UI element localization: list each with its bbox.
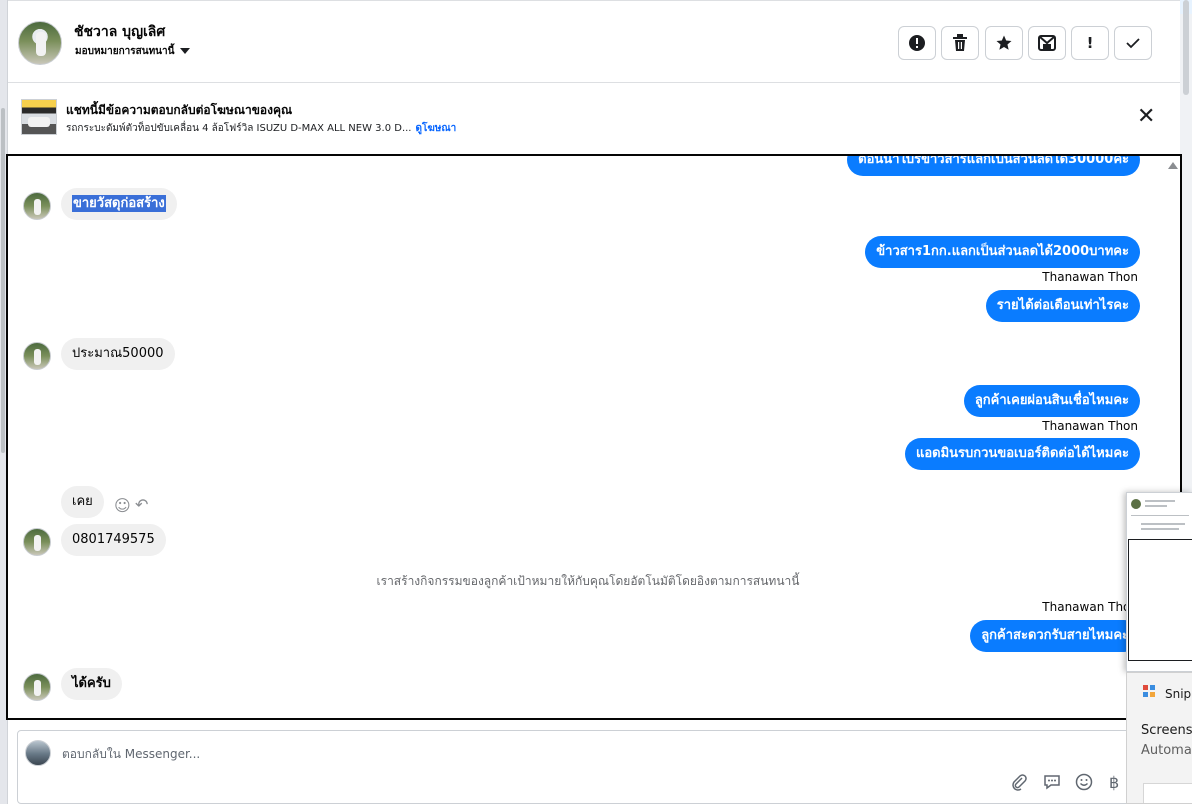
snipping-tool-notification[interactable]: Snipping Tool Screenshot copied to clipb… — [1126, 672, 1192, 804]
reply-arrow-icon[interactable]: ↶ — [135, 495, 148, 514]
contact-avatar-small — [23, 192, 51, 220]
mini-text-line — [1145, 505, 1167, 507]
sender-name: Thanawan Thon — [1042, 270, 1138, 284]
baht-icon[interactable]: ฿ — [1109, 773, 1119, 792]
mini-divider — [1131, 515, 1189, 516]
reply-input[interactable] — [62, 743, 962, 765]
outgoing-message[interactable]: ลูกค้าเคยผ่อนสินเชื่อไหมคะ — [963, 385, 1140, 417]
snipping-tool-logo-icon — [1143, 685, 1157, 699]
snipping-tool-subtitle: Automatically saved to screenshots folde… — [1141, 743, 1192, 758]
contact-name[interactable]: ชัชวาล บุญเลิศ — [74, 21, 165, 43]
trash-icon — [953, 34, 967, 51]
move-to-done-button[interactable] — [1028, 26, 1066, 60]
contact-avatar-small — [23, 673, 51, 701]
react-emoji-icon[interactable]: ☺ — [114, 496, 131, 515]
snipping-tool-app-name: Snipping Tool — [1165, 687, 1192, 701]
incoming-message[interactable]: ประมาณ50000 — [61, 338, 175, 370]
messenger-conversation-page: ชัชวาล บุญเลิศ มอบหมายการสนทนานี้ ! แชทน… — [0, 0, 1192, 804]
ad-description: รถกระบะดัมพ์ตัวท็อปขับเคลื่อน 4 ล้อโฟร์ว… — [66, 121, 456, 136]
reply-composer: ฿ — [17, 730, 1132, 804]
incoming-message[interactable]: เคย — [61, 486, 104, 518]
ad-description-text: รถกระบะดัมพ์ตัวท็อปขับเคลื่อน 4 ล้อโฟร์ว… — [66, 123, 412, 134]
contact-avatar[interactable] — [18, 21, 62, 65]
mark-spam-button[interactable] — [898, 26, 936, 60]
star-button[interactable] — [985, 26, 1023, 60]
contact-avatar-small — [23, 528, 51, 556]
caret-down-icon — [180, 48, 191, 54]
close-icon[interactable]: ✕ — [1137, 106, 1155, 128]
page-avatar — [25, 740, 51, 766]
mini-text-line — [1141, 528, 1179, 530]
contact-avatar-small — [23, 342, 51, 370]
system-notice: เราสร้างกิจกรรมของลูกค้าเป้าหมายให้กับคุ… — [376, 574, 800, 588]
paperclip-icon[interactable] — [1010, 773, 1028, 796]
snipping-tool-preview-box[interactable] — [1143, 783, 1192, 803]
incoming-message[interactable]: ขายวัสดุก่อสร้าง — [61, 188, 177, 220]
alert-circle-icon — [909, 35, 925, 51]
mark-done-button[interactable] — [1114, 26, 1152, 60]
check-icon — [1126, 38, 1140, 49]
sender-name: Thanawan Thon — [1042, 419, 1138, 433]
exclamation-icon: ! — [1086, 34, 1094, 52]
outgoing-message[interactable]: รายได้ต่อเดือนเท่าไรคะ — [985, 290, 1140, 322]
archive-mail-icon — [1038, 35, 1056, 51]
outgoing-message[interactable]: แอดมินรบกวนขอเบอร์ติดต่อได้ไหมคะ — [904, 438, 1140, 470]
mini-avatar — [1131, 499, 1141, 509]
scroll-up-arrow-icon[interactable] — [1168, 162, 1178, 169]
outgoing-message[interactable]: ข้าวสาร1กก.แลกเป็นส่วนลดได้2000บาทคะ — [865, 236, 1140, 268]
view-ad-link[interactable]: ดูโฆษณา — [415, 123, 456, 134]
screenshot-preview-thumbnail[interactable] — [1126, 492, 1192, 672]
mini-text-line — [1145, 500, 1175, 502]
assign-conversation-dropdown[interactable]: มอบหมายการสนทนานี้ — [75, 44, 191, 59]
mark-follow-up-button[interactable]: ! — [1071, 26, 1109, 60]
ad-thumbnail[interactable] — [21, 99, 57, 135]
emoji-icon[interactable] — [1075, 773, 1093, 796]
outgoing-message[interactable]: ต่อนี้นำใบรข้าวสารแลกเป็นส่วนลดได้30000ค… — [847, 156, 1140, 176]
sender-name: Thanawan Thon — [1042, 600, 1138, 614]
incoming-message[interactable]: 0801749575 — [61, 524, 166, 556]
selected-text: ขายวัสดุก่อสร้าง — [72, 195, 166, 212]
delete-button[interactable] — [941, 26, 979, 60]
page-scrollbar-thumb[interactable] — [1183, 0, 1189, 95]
message-thread[interactable]: ต่อนี้นำใบรข้าวสารแลกเป็นส่วนลดได้30000ค… — [6, 154, 1182, 720]
mini-text-line — [1141, 523, 1185, 525]
left-scrollbar-thumb[interactable] — [1, 108, 5, 453]
saved-reply-icon[interactable] — [1043, 773, 1061, 796]
ad-banner-title: แชทนี้มีข้อความตอบกลับต่อโฆษณาของคุณ — [66, 103, 293, 117]
snipping-tool-title: Screenshot copied to clipboard — [1141, 723, 1192, 738]
ad-reply-banner: แชทนี้มีข้อความตอบกลับต่อโฆษณาของคุณ รถก… — [8, 84, 1180, 154]
star-icon — [996, 35, 1012, 50]
outgoing-message[interactable]: ลูกค้าสะดวกรับสายไหมคะ — [970, 620, 1140, 652]
incoming-message[interactable]: ได้ครับ — [61, 668, 122, 700]
assign-conversation-label: มอบหมายการสนทนานี้ — [75, 46, 175, 57]
mini-chat-frame — [1128, 539, 1192, 661]
conversation-header: ชัชวาล บุญเลิศ มอบหมายการสนทนานี้ ! — [8, 0, 1180, 83]
